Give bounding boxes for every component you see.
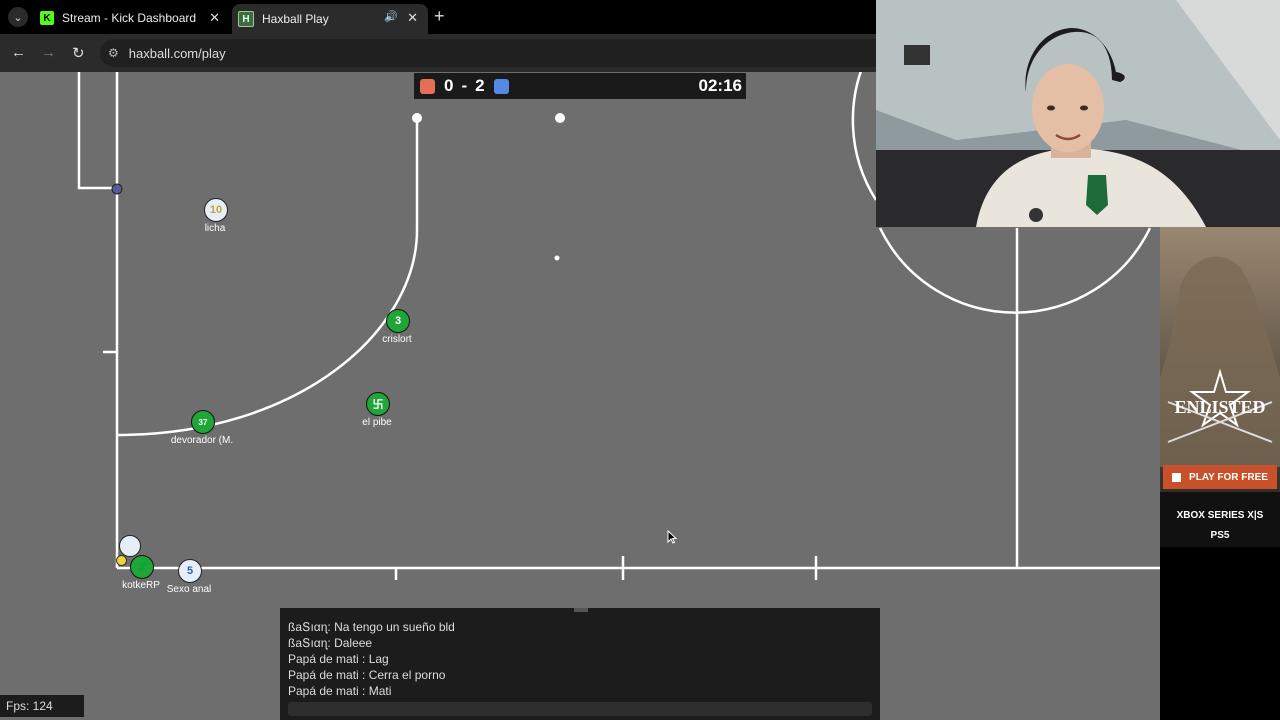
fps-counter: Fps: 124 bbox=[0, 695, 84, 717]
ball bbox=[116, 555, 127, 566]
red-team-icon bbox=[420, 78, 435, 94]
tab-kick-dashboard[interactable]: K Stream - Kick Dashboard ✕ bbox=[34, 4, 230, 32]
player-kotkerp-opponent bbox=[119, 535, 141, 557]
red-score: 0 bbox=[444, 76, 454, 95]
player-avatar: 10 bbox=[204, 198, 228, 222]
ad-platform-ps5: PS5 bbox=[1210, 530, 1230, 541]
player-name: el pibe bbox=[362, 417, 392, 428]
address-toolbar: ← → ↻ ⚙ haxball.com/play bbox=[0, 34, 876, 72]
player-sexo-anal: 5 Sexo anal bbox=[167, 559, 211, 595]
ad-cta-label: PLAY FOR FREE bbox=[1189, 471, 1268, 483]
player-avatar: 3 bbox=[386, 309, 410, 333]
new-tab-button[interactable]: + bbox=[434, 6, 445, 27]
ad-brand: ENLISTED bbox=[1174, 397, 1266, 417]
tab-title: Haxball Play bbox=[262, 12, 329, 26]
player-name: licha bbox=[204, 223, 226, 234]
score-separator: - bbox=[461, 76, 468, 95]
game-timer: 02:16 bbox=[698, 76, 742, 95]
chat-resize-handle[interactable] bbox=[574, 608, 588, 612]
chat-message: ßaՏıαɳ: Daleee bbox=[288, 636, 373, 650]
reload-icon[interactable]: ↻ bbox=[72, 44, 85, 62]
address-bar[interactable]: ⚙ haxball.com/play bbox=[100, 39, 876, 67]
forward-icon[interactable]: → bbox=[41, 44, 56, 61]
blue-team-icon bbox=[493, 78, 509, 94]
opponent-avatar bbox=[119, 535, 141, 557]
player-el-pibe: 卐 el pibe bbox=[362, 392, 392, 428]
player-avatar: 卐 bbox=[366, 392, 390, 416]
player-kotkerp: 𝓛 kotkeRP bbox=[122, 555, 160, 591]
player-avatar: 37 bbox=[191, 410, 215, 434]
player-avatar: 5 bbox=[178, 559, 202, 583]
scoreboard: 0 - 2 02:16 bbox=[414, 73, 746, 99]
player-licha: 10 licha bbox=[204, 198, 228, 234]
ad-banner[interactable]: ENLISTED XBOX SERIES X|S PS5 bbox=[1160, 227, 1280, 547]
close-tab-icon[interactable]: ✕ bbox=[407, 10, 418, 26]
ad-play-for-free-button[interactable]: PLAY FOR FREE bbox=[1163, 465, 1277, 489]
ad-platform-xbox: XBOX SERIES X|S bbox=[1176, 510, 1264, 521]
ad-artwork bbox=[1160, 227, 1280, 547]
chat-message: ßaՏıαɳ: Na tengo un sueño bld bbox=[288, 620, 455, 634]
site-info-icon[interactable]: ⚙ bbox=[108, 46, 119, 60]
url-text: haxball.com/play bbox=[128, 45, 226, 61]
player-name: crislort bbox=[382, 334, 412, 345]
chat-message: Papá de mati : Mati bbox=[288, 684, 392, 698]
blue-score: 2 bbox=[475, 76, 485, 95]
chat-message: Papá de mati : Cerra el porno bbox=[288, 668, 446, 682]
mouse-cursor-icon bbox=[667, 530, 677, 544]
tab-title: Stream - Kick Dashboard bbox=[62, 11, 197, 25]
windows-icon bbox=[1172, 472, 1182, 482]
player-name: Sexo anal bbox=[166, 584, 212, 595]
browser-tab-bar: ⌄ K Stream - Kick Dashboard ✕ H Haxball … bbox=[0, 0, 876, 34]
webcam-video bbox=[876, 0, 1280, 227]
webcam-overlay bbox=[876, 0, 1280, 227]
tab-haxball-play[interactable]: H Haxball Play 🔊 ✕ bbox=[232, 4, 428, 34]
close-tab-icon[interactable]: ✕ bbox=[209, 10, 220, 26]
chat-message: Papá de mati : Lag bbox=[288, 652, 389, 666]
back-icon[interactable]: ← bbox=[11, 44, 26, 61]
side-panel bbox=[1160, 547, 1280, 720]
tab-search-chevron-icon[interactable]: ⌄ bbox=[8, 7, 28, 27]
haxball-icon: H bbox=[238, 11, 254, 27]
player-devorador: 37 devorador (M. bbox=[171, 410, 233, 446]
speaker-icon[interactable]: 🔊 bbox=[384, 10, 398, 23]
chat-input[interactable] bbox=[288, 702, 872, 716]
player-name: devorador (M. bbox=[170, 435, 234, 446]
player-crislort: 3 crislort bbox=[382, 309, 412, 345]
kick-icon: K bbox=[40, 11, 54, 25]
player-avatar: 𝓛 bbox=[130, 555, 154, 579]
